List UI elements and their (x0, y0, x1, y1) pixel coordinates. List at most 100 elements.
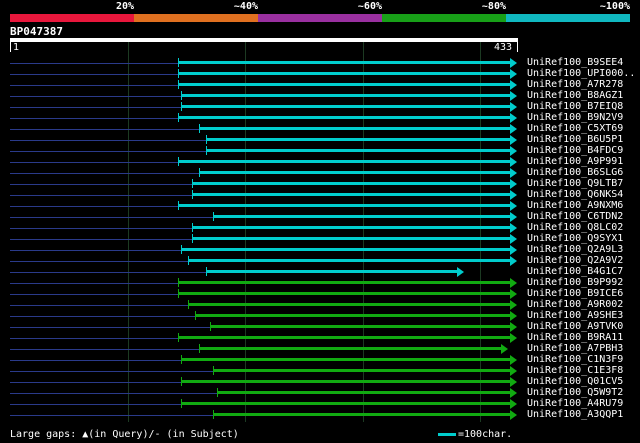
hit-label-link[interactable]: UniRef100_Q2A9V2 (527, 255, 623, 266)
hit-alignment-bar[interactable] (205, 149, 511, 152)
hit-alignment-bar[interactable] (188, 303, 511, 306)
ruler-end-label: 433 (494, 42, 513, 53)
hit-label-link[interactable]: UniRef100_B6SLG6 (527, 167, 623, 178)
hit-alignment-bar[interactable] (191, 182, 511, 185)
hit-alignment-bar[interactable] (191, 193, 511, 196)
hit-alignment-bar[interactable] (177, 160, 511, 163)
color-segment-20 (10, 14, 134, 22)
hit-arrow-icon (510, 256, 517, 266)
hit-arrow-icon (510, 168, 517, 178)
hit-unaligned-line (10, 228, 192, 229)
hit-arrow-icon (510, 289, 517, 299)
hit-label-link[interactable]: UniRef100_Q01CV5 (527, 376, 623, 387)
hit-alignment-bar[interactable] (181, 358, 511, 361)
scale-label-20: 20% (115, 1, 134, 12)
hit-alignment-bar[interactable] (188, 259, 511, 262)
hit-alignment-bar[interactable] (177, 116, 511, 119)
hit-label-link[interactable]: UniRef100_A9P991 (527, 156, 623, 167)
hit-arrow-icon (510, 102, 517, 112)
hit-arrow-icon (510, 124, 517, 134)
hit-alignment-bar[interactable] (191, 237, 511, 240)
hit-label-link[interactable]: UniRef100_A7PBH3 (527, 343, 623, 354)
hit-label-link[interactable]: UniRef100_A9SHE3 (527, 310, 623, 321)
hit-alignment-bar[interactable] (177, 204, 511, 207)
hit-arrow-icon (510, 410, 517, 420)
hit-arrow-icon (510, 388, 517, 398)
hit-alignment-bar[interactable] (181, 380, 511, 383)
hit-label-link[interactable]: UniRef100_C5XT69 (527, 123, 623, 134)
hit-arrow-icon (500, 344, 508, 354)
ruler-start-tick (10, 42, 11, 52)
query-line (10, 38, 518, 42)
hit-unaligned-line (10, 96, 182, 97)
hit-label-link[interactable]: UniRef100_B9P992 (527, 277, 623, 288)
hit-label-link[interactable]: UniRef100_B7EIQ8 (527, 101, 623, 112)
hit-label-link[interactable]: UniRef100_B4G1C7 (527, 266, 623, 277)
hit-unaligned-line (10, 118, 178, 119)
hit-label-link[interactable]: UniRef100_B6U5P1 (527, 134, 623, 145)
hit-alignment-bar[interactable] (177, 83, 511, 86)
hit-label-link[interactable]: UniRef100_B9RA11 (527, 332, 623, 343)
hit-arrow-icon (457, 267, 465, 277)
hit-label-link[interactable]: UniRef100_A7R278 (527, 79, 623, 90)
hit-alignment-bar[interactable] (181, 402, 511, 405)
hit-alignment-bar[interactable] (213, 369, 511, 372)
hit-unaligned-line (10, 217, 214, 218)
hit-label-link[interactable]: UniRef100_Q6NKS4 (527, 189, 623, 200)
hit-label-link[interactable]: UniRef100_Q9LTB7 (527, 178, 623, 189)
hit-label-link[interactable]: UniRef100_Q5W9T2 (527, 387, 623, 398)
hit-arrow-icon (510, 113, 517, 123)
ruler-start-label: 1 (13, 42, 20, 53)
hit-label-link[interactable]: UniRef100_Q9SYX1 (527, 233, 623, 244)
hit-alignment-bar[interactable] (177, 72, 511, 75)
hit-alignment-bar[interactable] (191, 226, 511, 229)
hit-alignment-bar[interactable] (209, 325, 511, 328)
hit-arrow-icon (510, 234, 517, 244)
hit-alignment-bar[interactable] (198, 347, 502, 350)
hit-alignment-bar[interactable] (213, 413, 511, 416)
hit-unaligned-line (10, 107, 182, 108)
hit-label-link[interactable]: UniRef100_A9R002 (527, 299, 623, 310)
hit-arrow-icon (510, 355, 517, 365)
hit-label-link[interactable]: UniRef100_C6TDN2 (527, 211, 623, 222)
hit-alignment-bar[interactable] (177, 61, 511, 64)
hit-label-link[interactable]: UniRef100_Q2A9L3 (527, 244, 623, 255)
hit-alignment-bar[interactable] (195, 314, 511, 317)
hit-alignment-bar[interactable] (177, 336, 511, 339)
hit-alignment-bar[interactable] (181, 248, 511, 251)
hit-unaligned-line (10, 316, 196, 317)
hit-label-link[interactable]: UniRef100_B9ICE6 (527, 288, 623, 299)
hit-unaligned-line (10, 294, 178, 295)
hit-label-link[interactable]: UniRef100_B9SEE4 (527, 57, 623, 68)
hit-label-link[interactable]: UniRef100_A4RU79 (527, 398, 623, 409)
hit-label-link[interactable]: UniRef100_B4FDC9 (527, 145, 623, 156)
hit-label-link[interactable]: UniRef100_UPI000.. (527, 68, 635, 79)
hit-label-link[interactable]: UniRef100_A3QQP1 (527, 409, 623, 420)
hit-alignment-bar[interactable] (213, 215, 511, 218)
hit-arrow-icon (510, 223, 517, 233)
hit-unaligned-line (10, 371, 214, 372)
hit-alignment-bar[interactable] (181, 94, 511, 97)
hit-arrow-icon (510, 135, 517, 145)
hit-label-link[interactable]: UniRef100_A9TVK0 (527, 321, 623, 332)
hit-alignment-bar[interactable] (198, 171, 511, 174)
color-segment-40 (134, 14, 258, 22)
hit-alignment-bar[interactable] (181, 105, 511, 108)
hit-label-link[interactable]: UniRef100_C1E3F8 (527, 365, 623, 376)
hit-alignment-bar[interactable] (198, 127, 511, 130)
hit-label-link[interactable]: UniRef100_B8AGZ1 (527, 90, 623, 101)
scale-label-100: ~100% (599, 1, 630, 12)
legend-scale: =100char. (438, 429, 512, 440)
hit-label-link[interactable]: UniRef100_A9NXM6 (527, 200, 623, 211)
hit-label-link[interactable]: UniRef100_Q8LC02 (527, 222, 623, 233)
hit-label-link[interactable]: UniRef100_B9N2V9 (527, 112, 623, 123)
hit-unaligned-line (10, 63, 178, 64)
hit-alignment-bar[interactable] (205, 270, 459, 273)
hit-arrow-icon (510, 311, 517, 321)
hit-alignment-bar[interactable] (216, 391, 511, 394)
hit-unaligned-line (10, 261, 189, 262)
hit-alignment-bar[interactable] (177, 281, 511, 284)
hit-alignment-bar[interactable] (205, 138, 511, 141)
hit-alignment-bar[interactable] (177, 292, 511, 295)
hit-label-link[interactable]: UniRef100_C1N3F9 (527, 354, 623, 365)
